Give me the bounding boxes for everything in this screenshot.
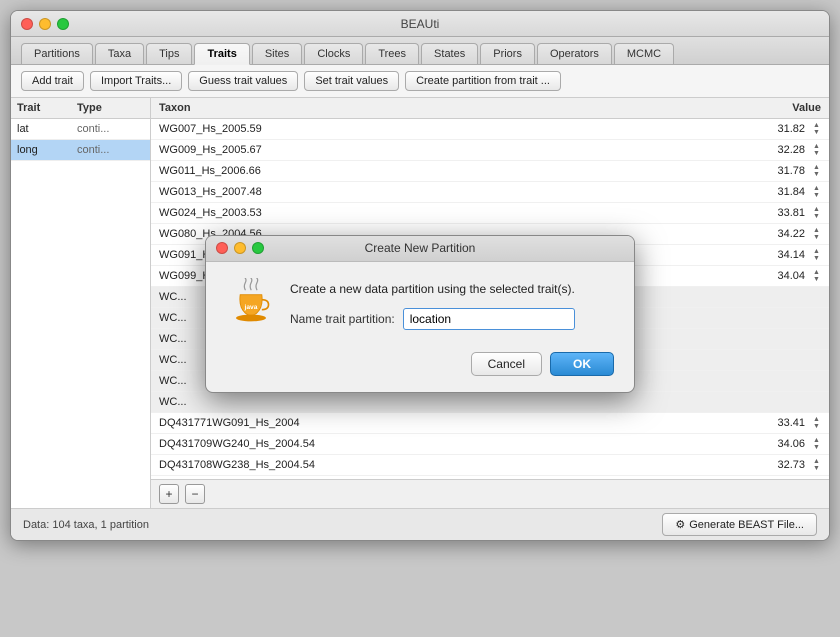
dialog-overlay: Create New Partition java xyxy=(0,0,840,627)
java-icon: java xyxy=(226,278,276,328)
dialog-message: Create a new data partition using the se… xyxy=(290,278,575,330)
cancel-button[interactable]: Cancel xyxy=(471,352,542,376)
dialog-title: Create New Partition xyxy=(365,241,476,255)
dialog-field-label: Name trait partition: xyxy=(290,312,395,326)
svg-text:java: java xyxy=(244,303,258,310)
dialog-close-button[interactable] xyxy=(216,242,228,254)
dialog-titlebar: Create New Partition xyxy=(206,236,634,262)
dialog-min-button[interactable] xyxy=(234,242,246,254)
dialog-buttons: Cancel OK xyxy=(226,346,614,376)
dialog-message-text: Create a new data partition using the se… xyxy=(290,278,575,298)
dialog-max-button[interactable] xyxy=(252,242,264,254)
name-trait-partition-input[interactable] xyxy=(403,308,575,330)
create-new-partition-dialog: Create New Partition java xyxy=(205,235,635,393)
dialog-window-controls xyxy=(216,242,264,254)
dialog-field-row: Name trait partition: xyxy=(290,308,575,330)
dialog-content: java Create a new data partition using t… xyxy=(226,278,614,330)
dialog-body: java Create a new data partition using t… xyxy=(206,262,634,392)
ok-button[interactable]: OK xyxy=(550,352,614,376)
